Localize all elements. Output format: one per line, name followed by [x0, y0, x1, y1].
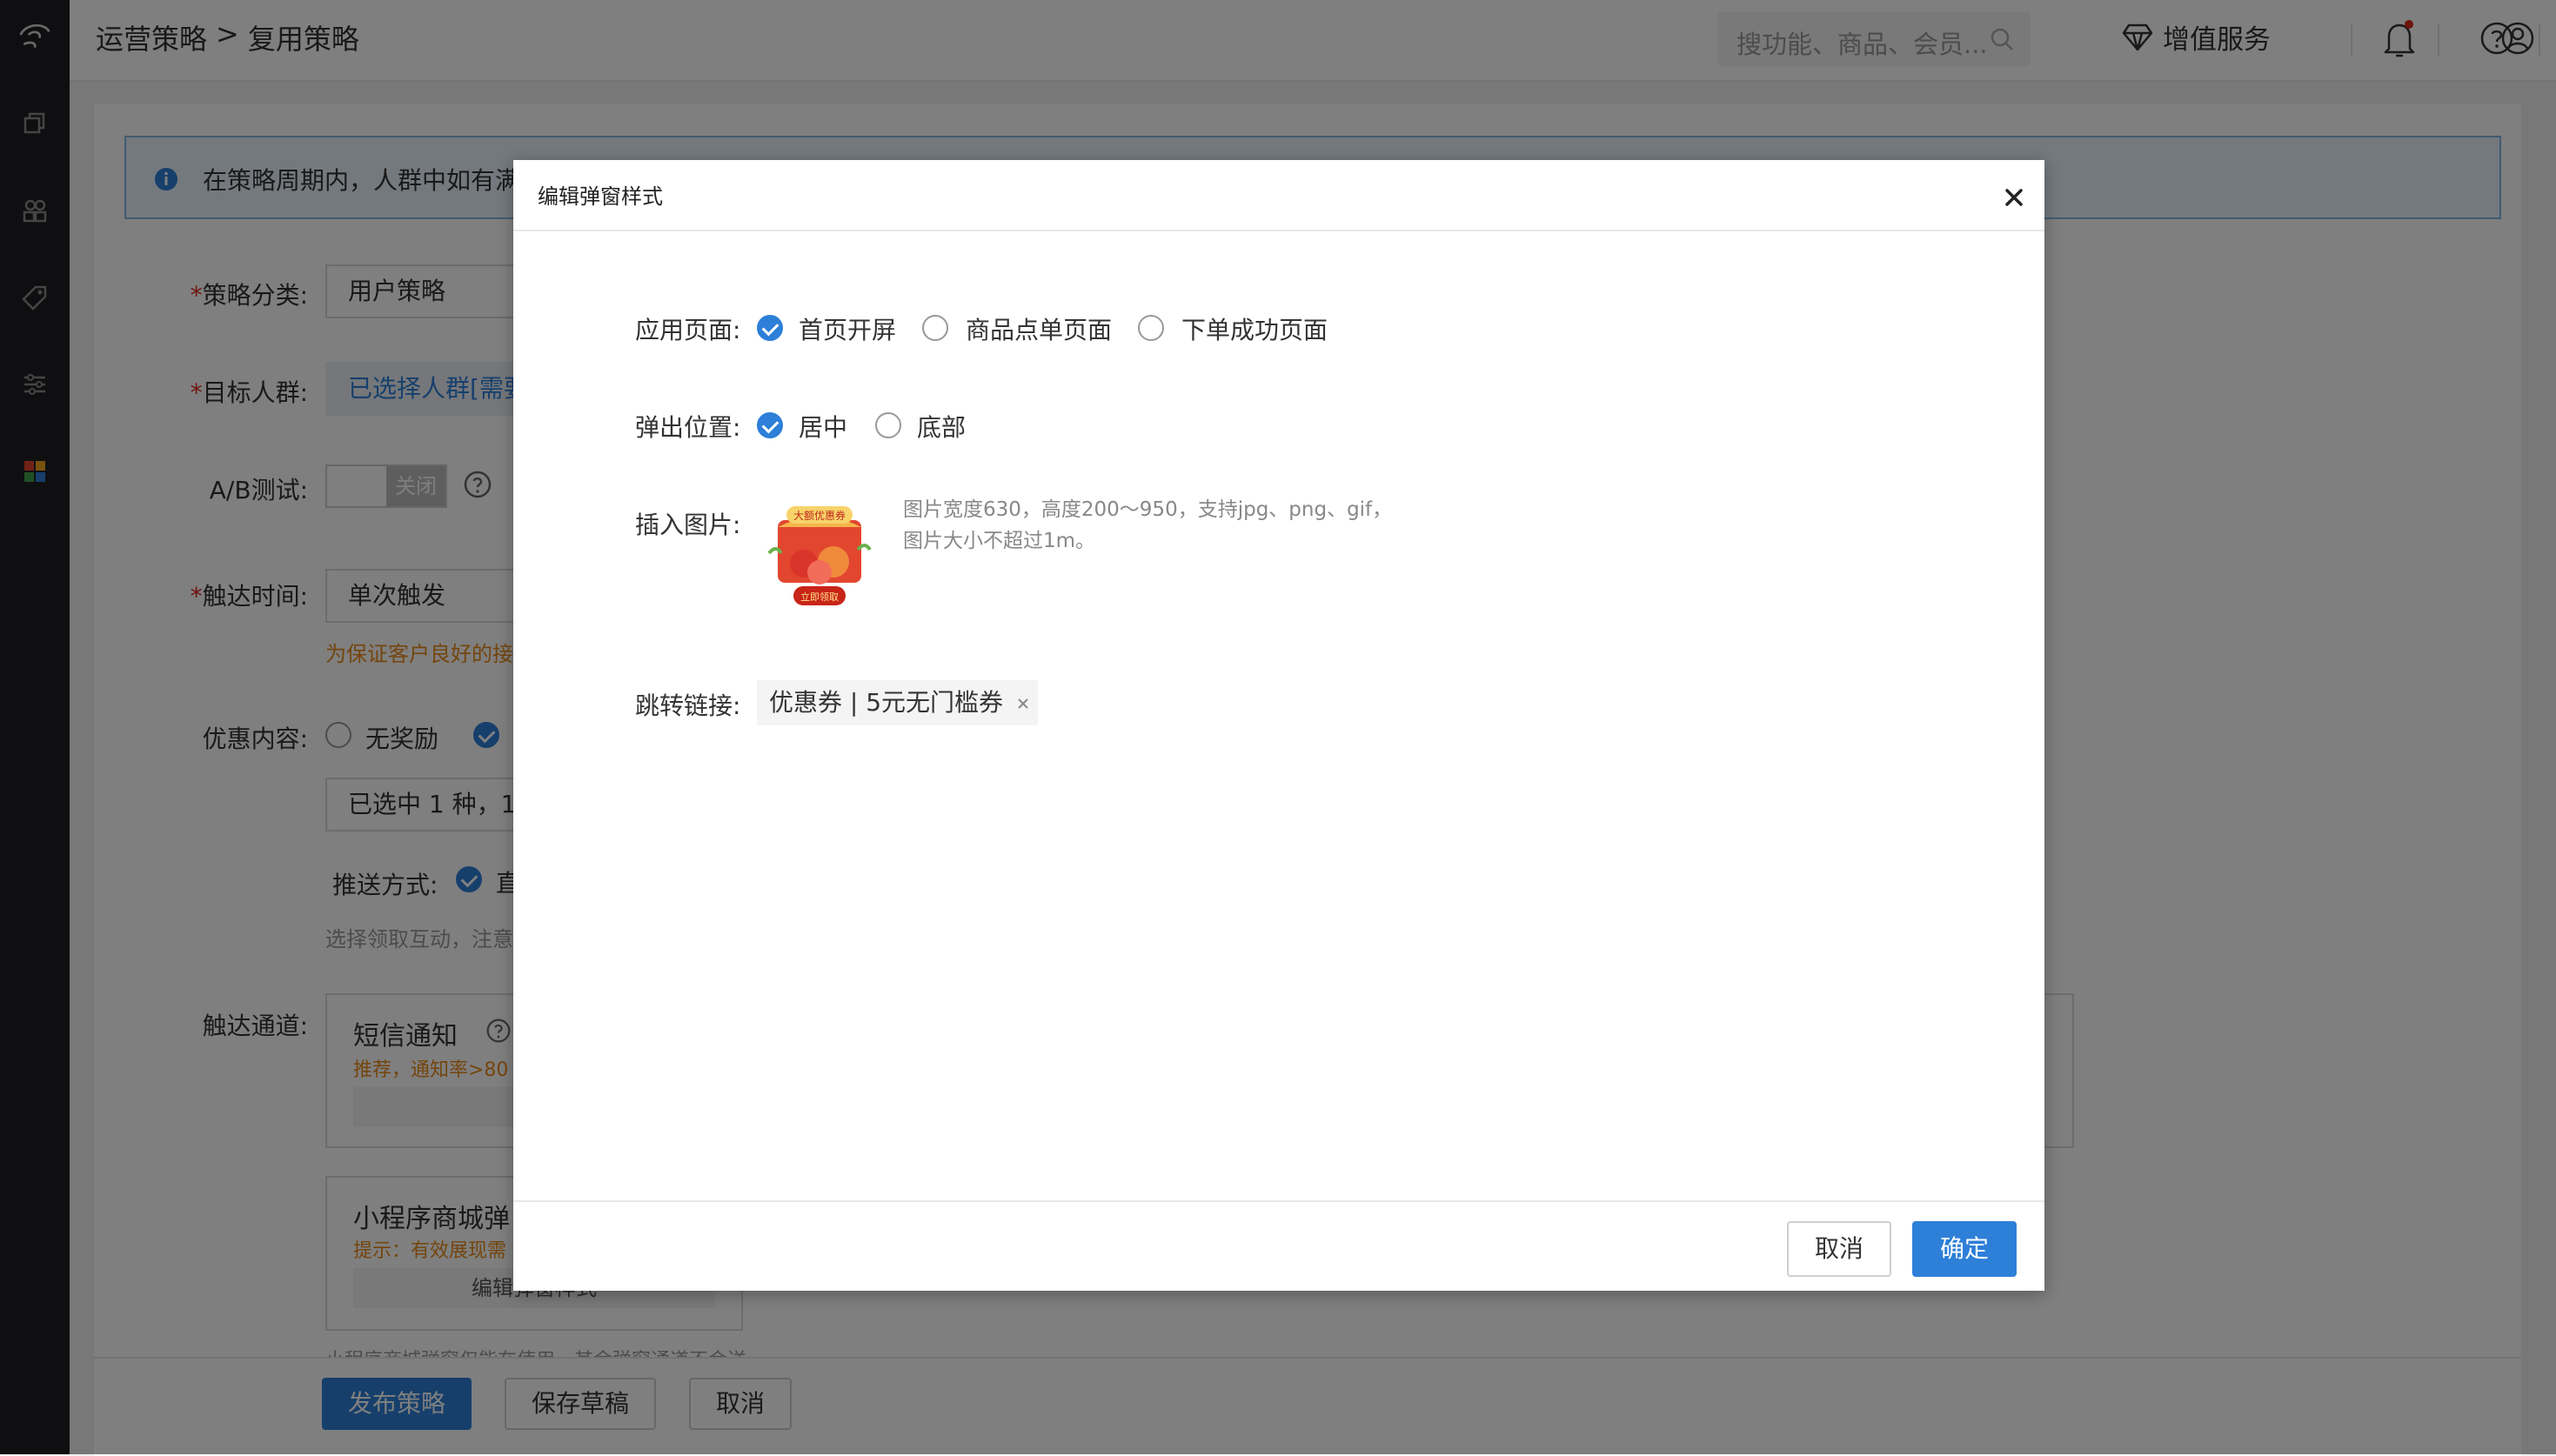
position-radio-center[interactable]: [757, 412, 783, 438]
apply-page-radio-success[interactable]: [1138, 315, 1164, 341]
apply-page-radio-home[interactable]: [757, 315, 783, 341]
dialog-confirm-button[interactable]: 确定: [1912, 1221, 2017, 1277]
dialog-footer-divider: [513, 1200, 2044, 1202]
thumb-top-text: 大额优惠券: [793, 509, 846, 522]
apply-page-option-success[interactable]: 下单成功页面: [1181, 311, 1328, 346]
image-label: 插入图片:: [635, 511, 741, 539]
apply-page-option-home[interactable]: 首页开屏: [799, 311, 896, 346]
position-radio-bottom[interactable]: [875, 412, 901, 438]
position-option-bottom[interactable]: 底部: [917, 409, 966, 444]
dialog-cancel-button[interactable]: 取消: [1787, 1221, 1891, 1277]
position-option-center[interactable]: 居中: [799, 409, 847, 444]
thumb-button-text: 立即领取: [800, 591, 839, 603]
image-hint: 图片宽度630，高度200～950，支持jpg、png、gif，图片大小不超过1…: [903, 498, 1393, 552]
apply-page-radio-order[interactable]: [922, 315, 948, 341]
link-tag[interactable]: 优惠券 | 5元无门槛券: [757, 680, 1039, 725]
link-tag-text: 优惠券 | 5元无门槛券: [769, 688, 1004, 717]
remove-tag-icon[interactable]: [1017, 698, 1029, 710]
link-label: 跳转链接:: [635, 691, 741, 720]
close-icon[interactable]: [1999, 183, 2029, 212]
apply-page-label: 应用页面:: [635, 316, 741, 344]
popup-image-thumbnail[interactable]: 大额优惠券 立即领取: [760, 501, 879, 612]
dialog-header: 编辑弹窗样式: [513, 160, 2044, 231]
edit-popup-style-dialog: 编辑弹窗样式 应用页面: 首页开屏 商品点单页面 下单成功页面 弹出位置: 居中…: [513, 160, 2044, 1291]
dialog-title: 编辑弹窗样式: [538, 184, 663, 209]
position-label: 弹出位置:: [635, 413, 741, 442]
apply-page-option-order[interactable]: 商品点单页面: [966, 311, 1112, 346]
